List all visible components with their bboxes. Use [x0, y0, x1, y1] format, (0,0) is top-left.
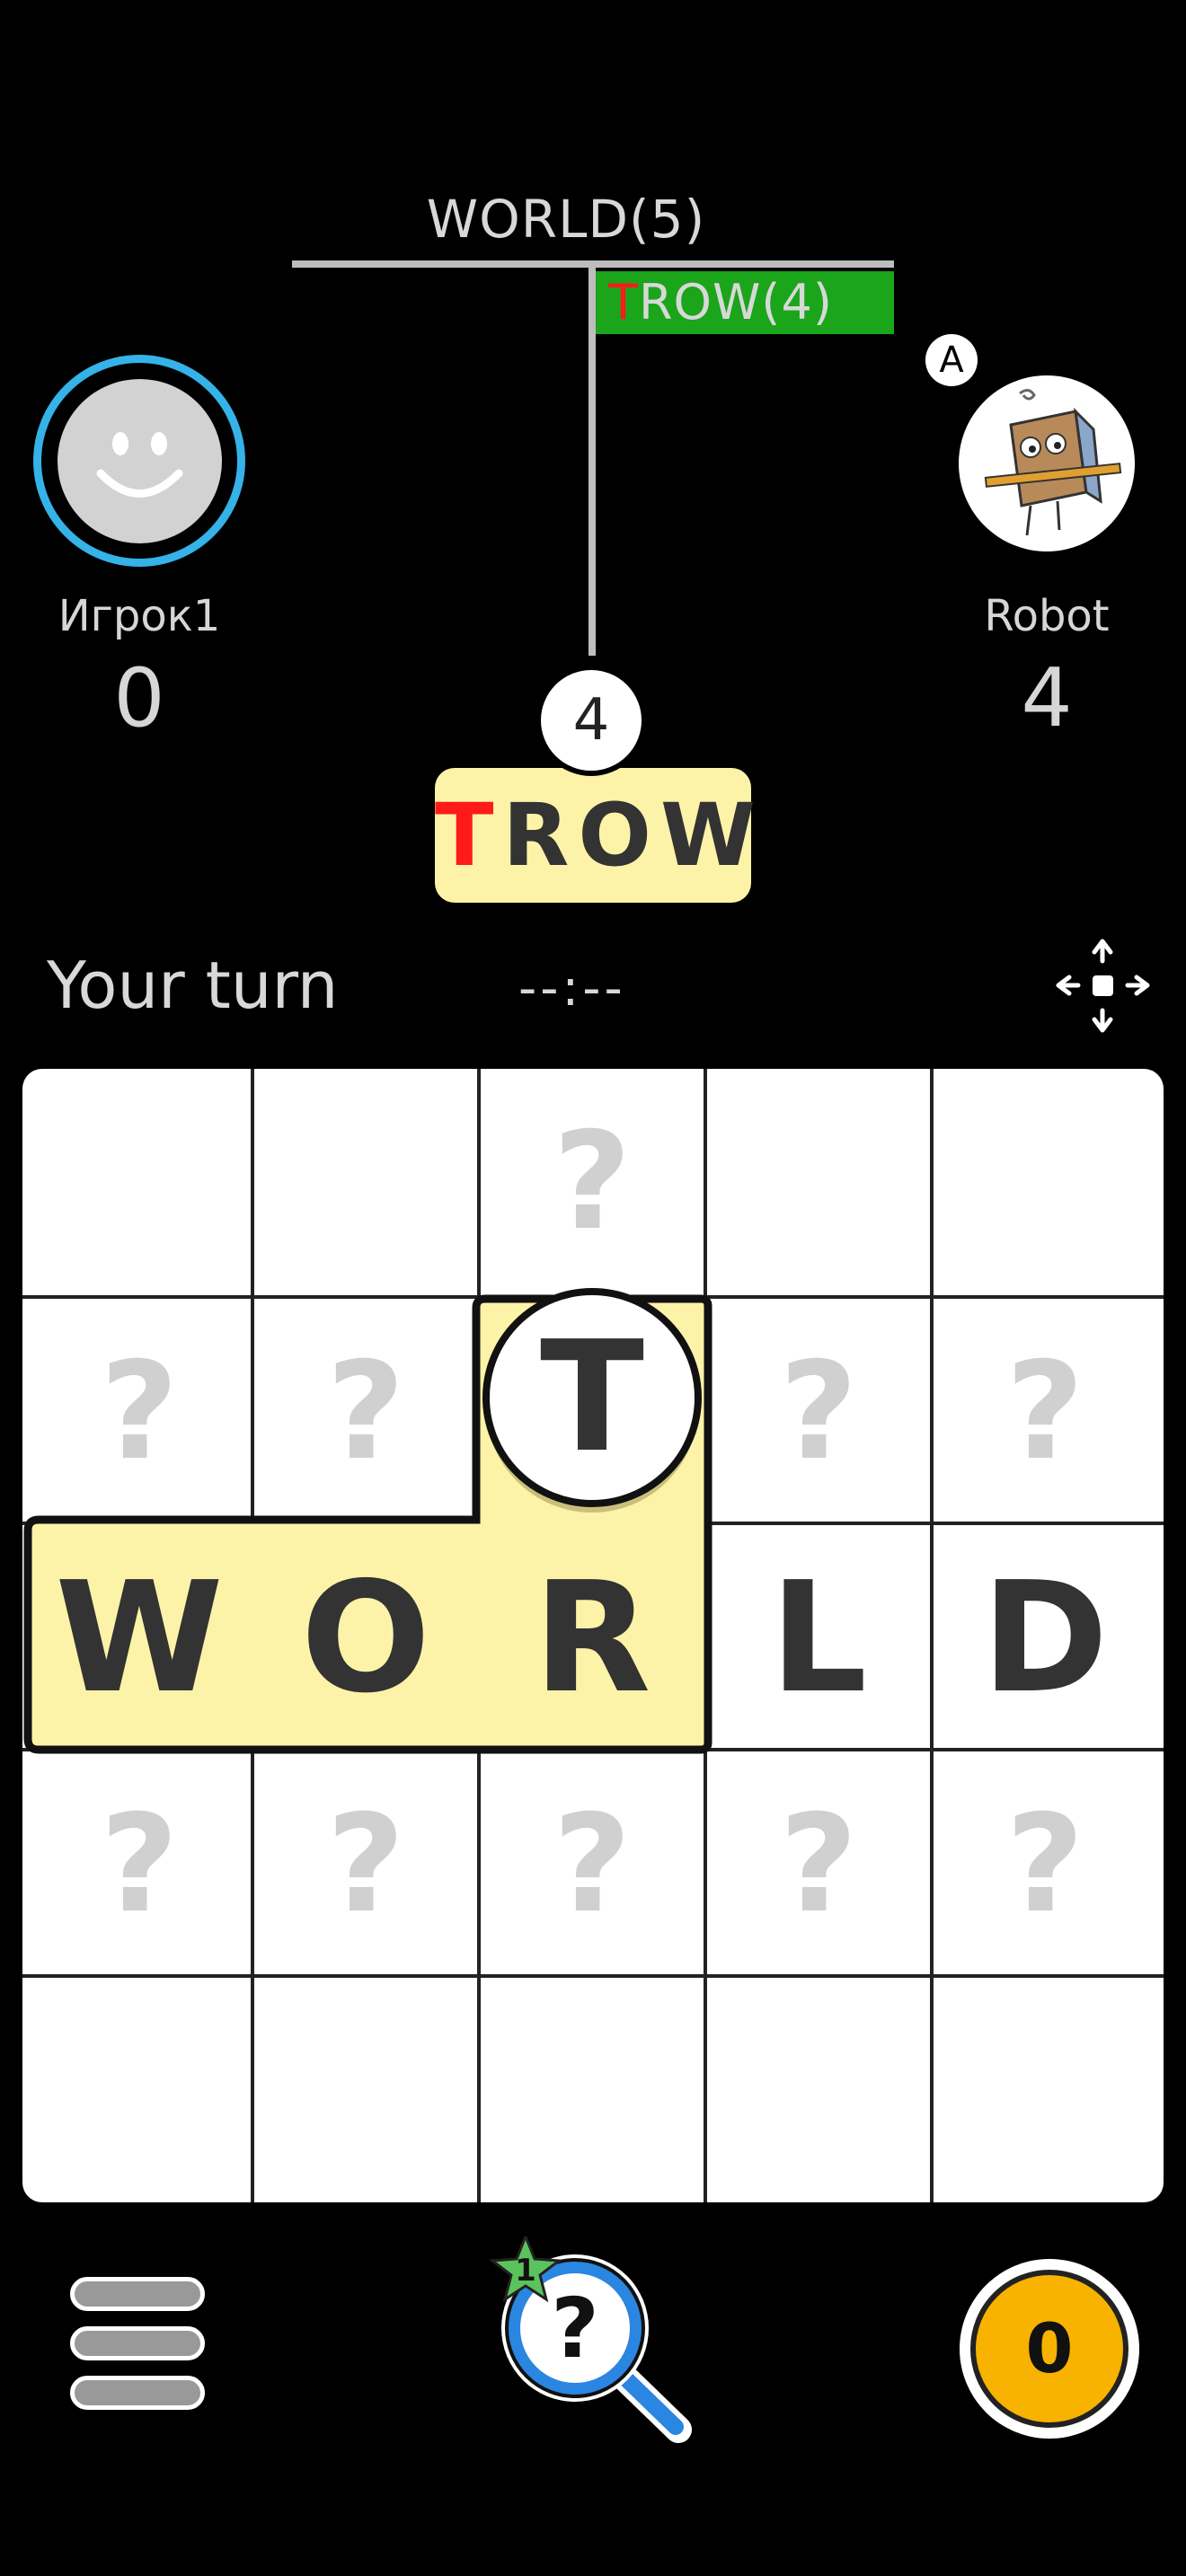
- turn-timer: --:--: [518, 959, 626, 1018]
- board-cell-hidden[interactable]: ?: [932, 1299, 1158, 1525]
- board-cell-letter[interactable]: L: [705, 1525, 932, 1751]
- hint-button[interactable]: ? 1: [485, 2232, 701, 2443]
- coins-button[interactable]: 0: [960, 2259, 1139, 2439]
- svg-text:?: ?: [551, 2280, 598, 2377]
- history-stem-line: [589, 260, 596, 656]
- cell-char: T: [540, 1309, 644, 1486]
- menu-icon-bar: [70, 2376, 205, 2410]
- game-board[interactable]: ? ? ? T ? ? W O R L D ? ? ? ? ?: [22, 1069, 1164, 2202]
- cell-char: ?: [326, 1334, 405, 1490]
- player2-avatar[interactable]: [959, 375, 1135, 551]
- coin-icon: 0: [970, 2270, 1128, 2428]
- board-cell-hidden[interactable]: ?: [252, 1299, 479, 1525]
- hint-count-badge: 1: [515, 2253, 536, 2289]
- board-cell-letter[interactable]: O: [252, 1525, 479, 1751]
- menu-icon-bar: [70, 2277, 205, 2311]
- cell-char: O: [300, 1549, 431, 1727]
- cell-char: ?: [326, 1786, 405, 1943]
- player2-score: 4: [1021, 651, 1073, 745]
- board-cell-hidden[interactable]: ?: [932, 1751, 1158, 1978]
- cell-char: ?: [779, 1786, 858, 1943]
- board-cell-hidden[interactable]: ?: [479, 1751, 705, 1978]
- cell-char: ?: [100, 1786, 179, 1943]
- board-cell-letter[interactable]: R: [479, 1525, 705, 1751]
- board-cell-letter[interactable]: W: [26, 1525, 252, 1751]
- last-played-word: TROW: [435, 768, 756, 903]
- cell-char: ?: [100, 1334, 179, 1490]
- cell-char: D: [981, 1549, 1109, 1727]
- move-board-icon[interactable]: [1051, 934, 1155, 1037]
- cell-char: ?: [553, 1104, 632, 1260]
- board-cell-hidden[interactable]: ?: [705, 1299, 932, 1525]
- last-word-first-letter: T: [435, 785, 503, 886]
- last-word-score: 4: [535, 665, 647, 776]
- player1-name: Игрок1: [58, 591, 221, 641]
- history-word-first-letter: T: [608, 274, 639, 331]
- smiley-face-icon: [58, 379, 222, 543]
- history-word-rest: ROW(4): [639, 274, 833, 331]
- robot-cartoon-icon: [984, 389, 1122, 536]
- cell-char: ?: [779, 1334, 858, 1490]
- cell-char: ?: [553, 1786, 632, 1943]
- cell-char: R: [533, 1549, 651, 1727]
- board-cell-hidden[interactable]: ?: [252, 1751, 479, 1978]
- menu-button[interactable]: [70, 2277, 208, 2412]
- player2-name: Robot: [984, 591, 1110, 641]
- turn-status: Your turn: [47, 948, 339, 1023]
- board-cell-placed-letter[interactable]: T: [479, 1284, 705, 1511]
- board-cell-hidden[interactable]: ?: [26, 1751, 252, 1978]
- history-word-world: WORLD(5): [426, 189, 706, 250]
- player1-avatar[interactable]: [33, 355, 245, 567]
- cell-char: ?: [1005, 1786, 1084, 1943]
- board-cell-hidden[interactable]: ?: [479, 1069, 705, 1295]
- cell-char: L: [769, 1549, 868, 1727]
- last-word-rest: ROW: [502, 785, 765, 886]
- board-cell-hidden[interactable]: ?: [705, 1751, 932, 1978]
- menu-icon-bar: [70, 2326, 205, 2360]
- history-word-trow: TROW(4): [596, 271, 894, 334]
- board-cell-hidden[interactable]: ?: [26, 1299, 252, 1525]
- board-cell-letter[interactable]: D: [932, 1525, 1158, 1751]
- player1-score: 0: [113, 651, 165, 745]
- cell-char: ?: [1005, 1334, 1084, 1490]
- cell-char: W: [55, 1549, 224, 1727]
